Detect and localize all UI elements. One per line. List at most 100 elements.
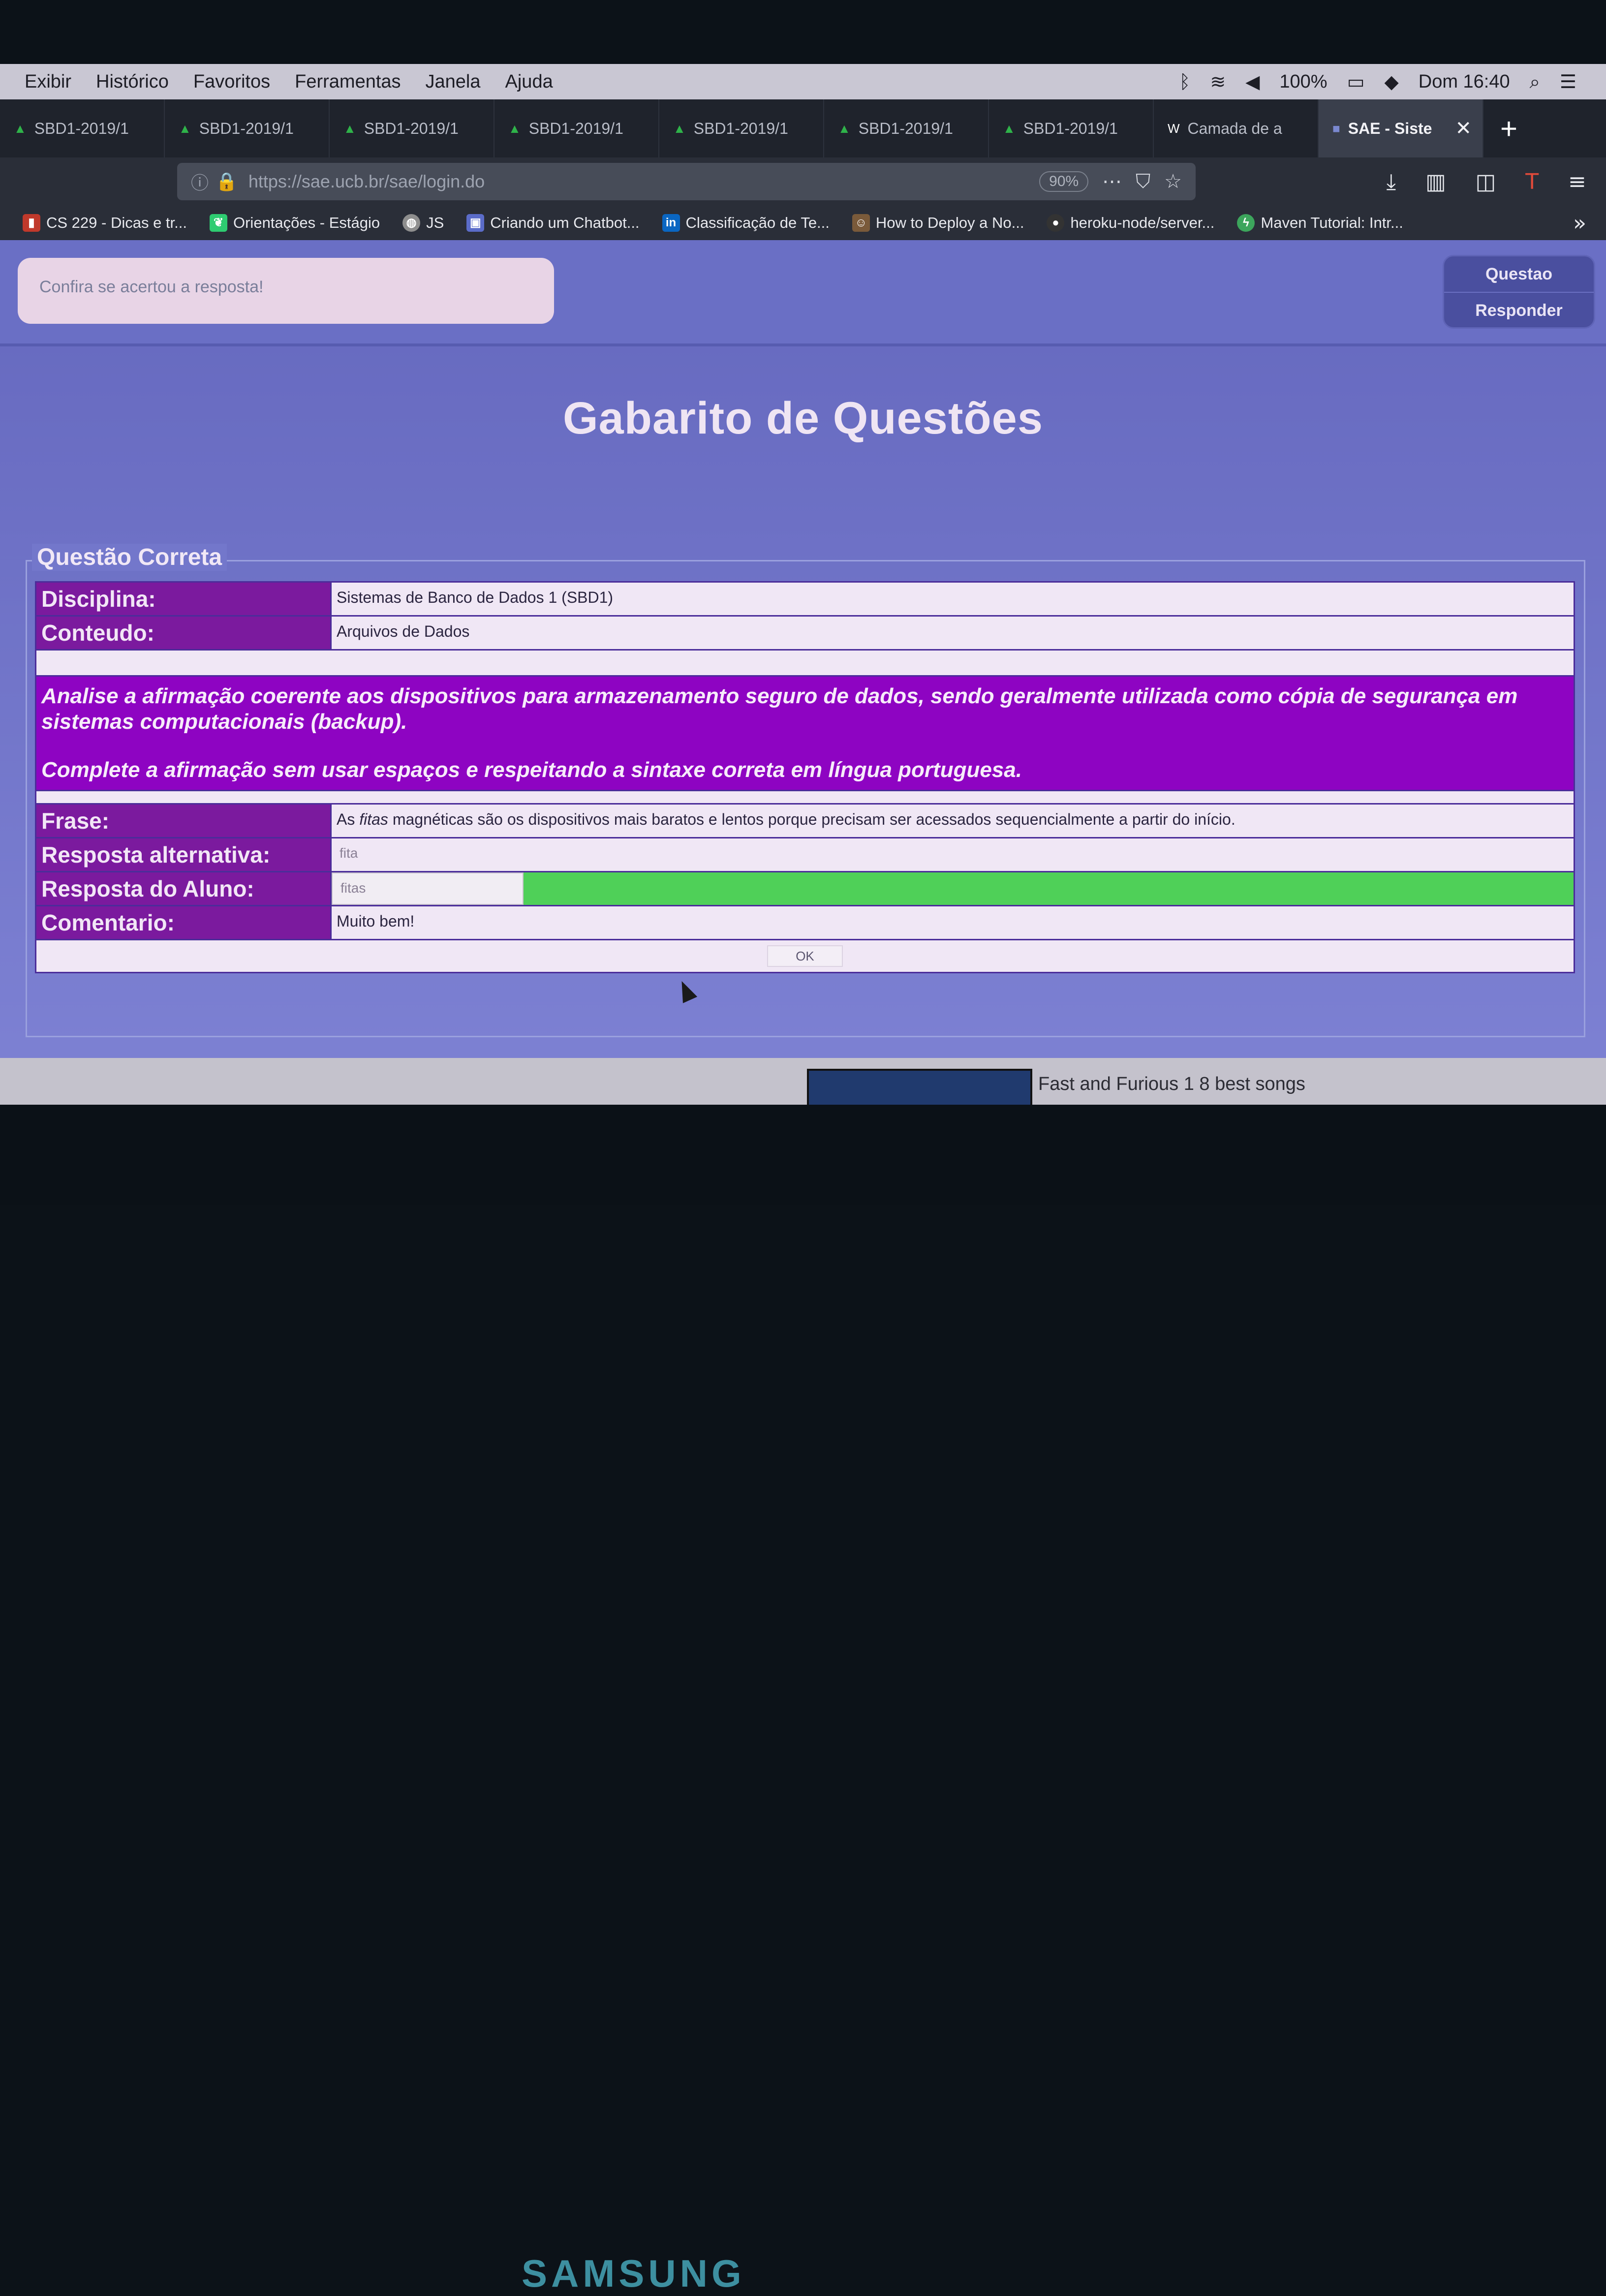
bookmark-heroku[interactable]: ● heroku-node/server... <box>1047 214 1214 232</box>
tab-label: SBD1-2019/1 <box>34 119 129 137</box>
menu-ferramentas[interactable]: Ferramentas <box>295 71 401 93</box>
page-title: Gabarito de Questões <box>562 393 1044 443</box>
tab-sbd1-2[interactable]: ▲ SBD1-2019/1 <box>165 99 330 157</box>
menu-favoritos[interactable]: Favoritos <box>193 71 270 93</box>
bluetooth-icon[interactable]: ᛒ <box>1179 71 1191 93</box>
video-thumbnail[interactable] <box>807 1069 1032 1107</box>
library-icon[interactable]: ▥ <box>1425 169 1446 194</box>
tab-bar: ▲ SBD1-2019/1 ▲ SBD1-2019/1 ▲ SBD1-2019/1 ▲… <box>0 99 1606 157</box>
answer-table: Disciplina: Sistemas de Banco de Dados 1… <box>35 581 1575 973</box>
tab-label: SBD1-2019/1 <box>858 119 953 137</box>
moodle-icon: ▲ <box>508 121 521 136</box>
bookmarks-bar: ▮ CS 229 - Dicas e tr... ❦ Orientações - E… <box>0 206 1606 240</box>
extension-icon[interactable]: T <box>1525 169 1539 194</box>
top-strip: Confira se acertou a resposta! Questao R… <box>0 240 1606 346</box>
new-tab-button[interactable]: + <box>1483 99 1534 157</box>
more-bookmarks-icon[interactable]: » <box>1573 211 1586 236</box>
ok-button[interactable]: OK <box>767 945 843 967</box>
leaf-icon: ❦ <box>210 214 227 232</box>
hamburger-menu-icon[interactable]: ≡ <box>1568 169 1586 194</box>
table-row: Disciplina: Sistemas de Banco de Dados 1… <box>35 581 1575 615</box>
bookmark-label: How to Deploy a No... <box>875 214 1024 231</box>
responder-button[interactable]: Responder <box>1444 292 1594 328</box>
moodle-icon: ▲ <box>838 121 851 136</box>
flag-icon[interactable]: ◆ <box>1385 71 1399 93</box>
question-instruction: Complete a afirmação sem usar espaços e … <box>41 757 1022 782</box>
bookmark-deploy[interactable]: ☺ How to Deploy a No... <box>852 214 1024 232</box>
tab-sbd1-4[interactable]: ▲ SBD1-2019/1 <box>494 99 659 157</box>
url-text[interactable]: https://sae.ucb.br/sae/login.do <box>248 171 485 192</box>
bookmark-js[interactable]: ◍ JS <box>402 214 444 232</box>
page-actions-icon[interactable]: ⋯ <box>1102 170 1122 193</box>
plus-icon: + <box>1500 112 1518 145</box>
github-icon: ● <box>1047 214 1065 232</box>
tab-label: SBD1-2019/1 <box>693 119 788 137</box>
phrase-value: As fitas magnéticas são os dispositivos … <box>332 805 1574 837</box>
close-tab-icon[interactable]: ✕ <box>1455 117 1472 140</box>
bookmark-label: heroku-node/server... <box>1070 214 1215 231</box>
menu-ajuda[interactable]: Ajuda <box>505 71 553 93</box>
bookmark-cs229[interactable]: ▮ CS 229 - Dicas e tr... <box>23 214 187 232</box>
tab-label: SBD1-2019/1 <box>1023 119 1118 137</box>
tab-sbd1-3[interactable]: ▲ SBD1-2019/1 <box>330 99 494 157</box>
bookmark-label: JS <box>426 214 444 231</box>
table-row: Resposta alternativa: fita <box>35 837 1575 871</box>
globe-icon: ◍ <box>402 214 421 232</box>
person-icon: ☺ <box>852 214 870 232</box>
zoom-level[interactable]: 90% <box>1039 171 1089 192</box>
tab-sbd1-7[interactable]: ▲ SBD1-2019/1 <box>989 99 1154 157</box>
question-button-group: Questao Responder <box>1443 255 1595 329</box>
status-area: ᛒ ≋ ◀ 100% ▭ ◆ Dom 16:40 ⌕ ☰ <box>1179 71 1576 93</box>
content-label: Conteudo: <box>36 617 332 649</box>
monitor-bezel: SAMSUNG <box>0 1105 1606 2295</box>
tab-sae[interactable]: ■ SAE - Siste ✕ <box>1319 99 1483 157</box>
battery-icon[interactable]: ▭ <box>1347 71 1365 93</box>
bookmark-maven[interactable]: ϟ Maven Tutorial: Intr... <box>1237 214 1403 232</box>
alt-answer-value: fita <box>340 845 358 861</box>
ok-row: OK <box>35 938 1575 973</box>
phrase-pre: As <box>337 810 360 828</box>
phrase-label: Frase: <box>36 804 332 837</box>
clock[interactable]: Dom 16:40 <box>1419 71 1510 93</box>
tab-sbd1-6[interactable]: ▲ SBD1-2019/1 <box>824 99 989 157</box>
menu-janela[interactable]: Janela <box>426 71 481 93</box>
notification-center-icon[interactable]: ☰ <box>1560 71 1576 93</box>
spotlight-search-icon[interactable]: ⌕ <box>1530 71 1540 93</box>
volume-icon[interactable]: ◀ <box>1245 71 1260 93</box>
moodle-icon: ▲ <box>179 121 191 136</box>
pocket-icon[interactable]: ⛉ <box>1136 170 1150 193</box>
video-title[interactable]: Fast and Furious 1 8 best songs <box>1038 1074 1305 1095</box>
table-row: Resposta do Aluno: fitas <box>35 870 1575 905</box>
bookmark-chatbot[interactable]: ▣ Criando um Chatbot... <box>466 214 640 232</box>
tab-label: SBD1-2019/1 <box>528 119 623 137</box>
content-value: Arquivos de Dados <box>337 622 470 640</box>
tab-sbd1-5[interactable]: ▲ SBD1-2019/1 <box>659 99 824 157</box>
url-bar[interactable]: ⓘ 🔒 https://sae.ucb.br/sae/login.do 90% … <box>177 163 1196 200</box>
menu-historico[interactable]: Histórico <box>96 71 169 93</box>
battery-percent: 100% <box>1279 71 1328 92</box>
lock-icon[interactable]: 🔒 <box>216 171 238 192</box>
table-row: Frase: As fitas magnéticas são os dispos… <box>35 803 1575 837</box>
correct-indicator <box>524 872 1574 905</box>
bookmark-star-icon[interactable]: ☆ <box>1164 170 1182 193</box>
table-row: Conteudo: Arquivos de Dados <box>35 615 1575 649</box>
menu-exibir[interactable]: Exibir <box>25 71 71 93</box>
info-icon[interactable]: ⓘ <box>191 169 209 194</box>
tab-camada[interactable]: W Camada de a <box>1154 99 1319 157</box>
download-icon[interactable]: ⤓ <box>1387 169 1396 194</box>
questao-button[interactable]: Questao <box>1444 256 1594 292</box>
bookmark-classificacao[interactable]: in Classificação de Te... <box>662 214 830 232</box>
monitor-brand: SAMSUNG <box>522 2252 745 2295</box>
spacer-row <box>35 649 1575 675</box>
student-answer-cell: fitas <box>332 872 1574 905</box>
tab-sbd1-1[interactable]: ▲ SBD1-2019/1 <box>0 99 165 157</box>
web-content: Confira se acertou a resposta! Questao R… <box>0 240 1606 1122</box>
sidebar-icon[interactable]: ◫ <box>1476 169 1496 194</box>
hint-text: Confira se acertou a resposta! <box>39 278 264 296</box>
bookmark-orientacoes[interactable]: ❦ Orientações - Estágio <box>210 214 380 232</box>
bolt-icon: ϟ <box>1237 214 1255 232</box>
screen: Exibir Histórico Favoritos Ferramentas J… <box>0 64 1606 1122</box>
phrase-italic: fitas <box>359 810 388 828</box>
bookmark-label: CS 229 - Dicas e tr... <box>46 214 187 231</box>
wifi-icon[interactable]: ≋ <box>1210 71 1226 93</box>
